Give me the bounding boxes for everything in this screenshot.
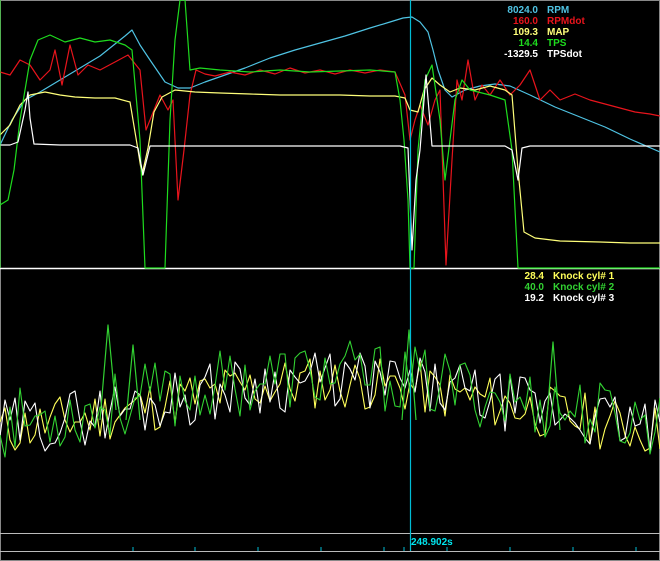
- legend-rpm-value: 8024.0: [507, 5, 538, 16]
- legend-map-label: MAP: [547, 27, 570, 38]
- log-viewer[interactable]: 8024.0 RPM 160.0 RPMdot 109.3 MAP 14.4 T…: [0, 0, 660, 561]
- legend-tpsdot-value: -1329.5: [504, 49, 538, 60]
- legend-knock2-value: 40.0: [524, 282, 544, 293]
- legend-map: 109.3 MAP: [476, 27, 585, 38]
- legend-knock1-value: 28.4: [524, 271, 544, 282]
- legend-rpmdot-label: RPMdot: [547, 16, 585, 27]
- legend-tps: 14.4 TPS: [476, 38, 585, 49]
- legend-knock2: 40.0 Knock cyl# 2: [494, 282, 615, 293]
- knock2-peak-1: [99, 324, 117, 421]
- legend-rpm: 8024.0 RPM: [476, 5, 585, 16]
- top-legend: 8024.0 RPM 160.0 RPMdot 109.3 MAP 14.4 T…: [476, 5, 585, 60]
- legend-knock1-label: Knock cyl# 1: [553, 271, 615, 282]
- legend-rpmdot: 160.0 RPMdot: [476, 16, 585, 27]
- legend-knock2-label: Knock cyl# 2: [553, 282, 615, 293]
- legend-knock3-label: Knock cyl# 3: [553, 293, 615, 304]
- trace-rpmdot: [0, 44, 660, 266]
- legend-tps-label: TPS: [547, 38, 567, 49]
- knock2-peak-4: [545, 341, 561, 431]
- legend-rpm-label: RPM: [547, 5, 570, 16]
- cursor-time-readout: 248.902s: [411, 537, 453, 548]
- legend-knock1: 28.4 Knock cyl# 1: [494, 271, 615, 282]
- legend-knock3-value: 19.2: [524, 293, 544, 304]
- trace-knock3: [0, 352, 660, 452]
- legend-tps-value: 14.4: [518, 38, 538, 49]
- legend-rpmdot-value: 160.0: [512, 16, 538, 27]
- trace-map: [0, 77, 660, 244]
- legend-tpsdot: -1329.5 TPSdot: [476, 49, 585, 60]
- legend-knock3: 19.2 Knock cyl# 3: [494, 293, 615, 304]
- legend-map-value: 109.3: [512, 27, 538, 38]
- bottom-legend: 28.4 Knock cyl# 1 40.0 Knock cyl# 2 19.2…: [494, 271, 615, 304]
- trace-knock1: [0, 358, 660, 452]
- trace-tpsdot: [0, 74, 660, 251]
- legend-tpsdot-label: TPSdot: [547, 49, 582, 60]
